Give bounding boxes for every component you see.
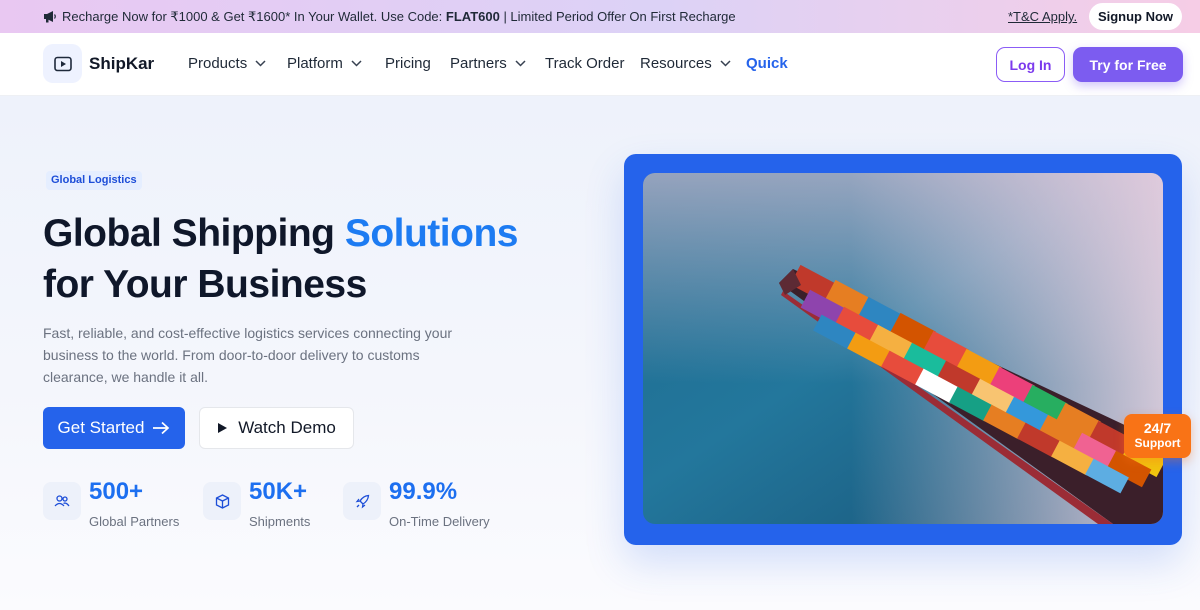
- login-button[interactable]: Log In: [996, 47, 1065, 82]
- tc-link[interactable]: *T&C Apply.: [1008, 9, 1077, 24]
- navbar: ShipKar Products Platform Pricing Partne…: [0, 33, 1200, 96]
- cargo-ship-image: [643, 173, 1163, 524]
- play-box-icon: [53, 56, 72, 71]
- try-free-button[interactable]: Try for Free: [1073, 47, 1183, 82]
- stat-value: 99.9%: [389, 478, 458, 505]
- hero-title: Global Shipping Solutions for Your Busin…: [43, 212, 519, 306]
- promo-code: FLAT600: [445, 9, 500, 24]
- signup-button[interactable]: Signup Now: [1089, 3, 1182, 30]
- stat-value: 50K+: [249, 478, 308, 505]
- stat-value: 500+: [89, 478, 144, 505]
- stat-label: Shipments: [249, 514, 311, 529]
- hero-image-frame: [624, 154, 1182, 545]
- nav-pricing[interactable]: Pricing: [385, 55, 431, 72]
- package-icon: [203, 482, 241, 520]
- nav-resources[interactable]: Resources: [640, 55, 731, 72]
- brand-name[interactable]: ShipKar: [89, 54, 154, 74]
- logo[interactable]: [43, 44, 82, 83]
- nav-partners[interactable]: Partners: [450, 55, 526, 72]
- stat-label: Global Partners: [89, 514, 180, 529]
- chevron-down-icon: [351, 60, 362, 67]
- watch-demo-button[interactable]: Watch Demo: [199, 407, 354, 449]
- users-icon: [43, 482, 81, 520]
- chevron-down-icon: [720, 60, 731, 67]
- hero-badge: Global Logistics: [46, 171, 142, 190]
- play-icon: [218, 423, 228, 433]
- nav-platform[interactable]: Platform: [287, 55, 362, 72]
- nav-quick[interactable]: Quick: [746, 55, 788, 72]
- nav-track-order[interactable]: Track Order: [545, 55, 624, 72]
- support-badge[interactable]: 24/7 Support: [1124, 414, 1191, 458]
- nav-products[interactable]: Products: [188, 55, 266, 72]
- rocket-icon: [343, 482, 381, 520]
- stat-label: On-Time Delivery: [389, 514, 490, 529]
- megaphone-icon: [44, 11, 56, 23]
- get-started-button[interactable]: Get Started: [43, 407, 185, 449]
- promo-bar: Recharge Now for ₹1000 & Get ₹1600* In Y…: [0, 0, 1200, 33]
- arrow-right-icon: [153, 421, 170, 435]
- hero-section: Global Logistics Global Shipping Solutio…: [0, 96, 1200, 610]
- chevron-down-icon: [515, 60, 526, 67]
- hero-title-accent: Solutions: [344, 212, 519, 255]
- promo-text: Recharge Now for ₹1000 & Get ₹1600* In Y…: [62, 9, 736, 24]
- hero-description: Fast, reliable, and cost-effective logis…: [43, 325, 453, 385]
- chevron-down-icon: [255, 60, 266, 67]
